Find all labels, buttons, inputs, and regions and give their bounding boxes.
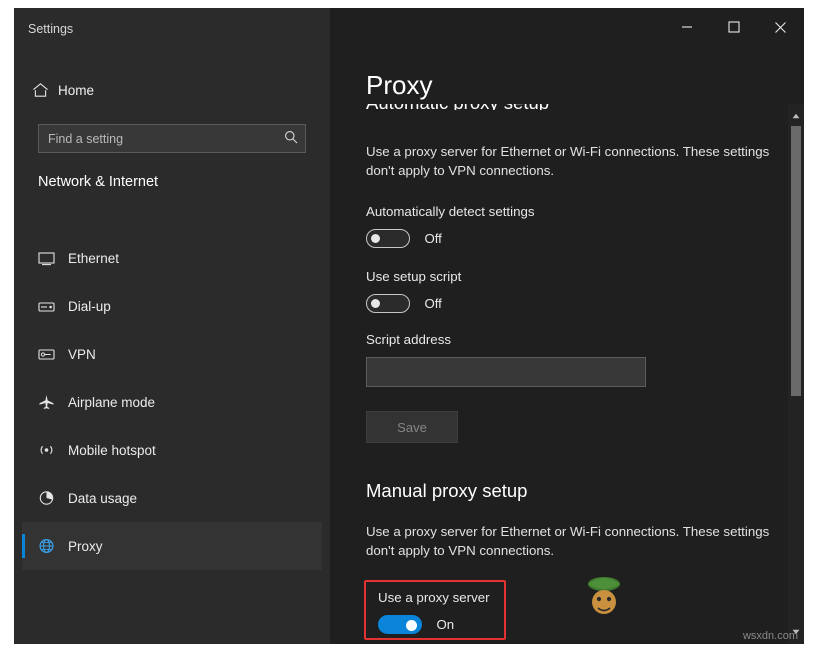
minimize-button[interactable] xyxy=(663,8,710,46)
sidebar-item-label: Dial-up xyxy=(68,298,111,314)
automatic-proxy-description: Use a proxy server for Ethernet or Wi-Fi… xyxy=(366,144,770,178)
sidebar-item-ethernet[interactable]: Ethernet xyxy=(22,234,322,282)
sidebar-item-dialup[interactable]: Dial-up xyxy=(22,282,322,330)
use-proxy-server-label: Use a proxy server xyxy=(378,590,490,605)
auto-detect-label: Automatically detect settings xyxy=(366,204,535,219)
home-icon xyxy=(32,82,58,98)
script-address-input[interactable] xyxy=(366,357,646,387)
sidebar-item-label: VPN xyxy=(68,346,96,362)
sidebar-item-label: Mobile hotspot xyxy=(68,442,156,458)
save-button[interactable]: Save xyxy=(366,411,458,443)
sidebar-item-proxy[interactable]: Proxy xyxy=(22,522,322,570)
toggle-knob xyxy=(371,234,380,243)
sidebar-item-vpn[interactable]: VPN xyxy=(22,330,322,378)
sidebar-nav-list: Ethernet Dial-up VPN Airplane mode Mobil… xyxy=(22,234,322,570)
sidebar-item-label: Data usage xyxy=(68,490,138,506)
window-title: Settings xyxy=(28,22,74,36)
vpn-icon xyxy=(38,347,68,362)
watermark-text: wsxdn.com xyxy=(742,630,798,642)
sidebar-item-home[interactable]: Home xyxy=(22,73,320,107)
site-logo xyxy=(588,577,620,614)
proxy-settings-scroll-content: Automatic proxy setup Use a proxy server… xyxy=(330,104,804,644)
sidebar-home-label: Home xyxy=(58,82,95,98)
page-title: Proxy xyxy=(366,70,433,100)
sidebar-item-label: Ethernet xyxy=(68,250,120,266)
auto-detect-state: Off xyxy=(424,231,442,246)
dialup-icon xyxy=(38,299,68,314)
content-scrollbar[interactable] xyxy=(788,104,804,644)
setup-script-label: Use setup script xyxy=(366,269,462,284)
settings-sidebar: Settings Home Find a setting Network & I… xyxy=(14,8,330,644)
window-controls xyxy=(624,8,804,46)
settings-window: Settings Home Find a setting Network & I… xyxy=(14,8,804,644)
search-icon[interactable] xyxy=(277,130,305,147)
hotspot-icon xyxy=(38,442,68,458)
search-box[interactable] xyxy=(38,124,306,153)
automatic-proxy-setup-heading-clipped: Automatic proxy setup xyxy=(366,104,706,110)
toggle-knob xyxy=(371,299,380,308)
setup-script-state: Off xyxy=(424,296,442,311)
auto-detect-toggle[interactable] xyxy=(366,229,410,248)
manual-proxy-description: Use a proxy server for Ethernet or Wi-Fi… xyxy=(366,524,770,558)
settings-content-pane: Proxy Automatic proxy setup Use a proxy … xyxy=(330,8,804,644)
sidebar-item-airplane-mode[interactable]: Airplane mode xyxy=(22,378,322,426)
sidebar-category-title: Network & Internet xyxy=(38,174,159,190)
ethernet-icon xyxy=(38,251,68,266)
sidebar-item-mobile-hotspot[interactable]: Mobile hotspot xyxy=(22,426,322,474)
screenshot-root: Settings Home Find a setting Network & I… xyxy=(0,0,818,652)
use-proxy-server-state: On xyxy=(436,617,455,632)
sidebar-item-data-usage[interactable]: Data usage xyxy=(22,474,322,522)
setup-script-toggle-row: Off xyxy=(366,294,442,313)
close-button[interactable] xyxy=(757,8,804,46)
data-usage-icon xyxy=(38,490,68,506)
manual-proxy-setup-heading: Manual proxy setup xyxy=(366,480,528,501)
use-proxy-server-toggle-row: On xyxy=(378,615,454,634)
airplane-icon xyxy=(38,394,68,410)
search-input[interactable] xyxy=(39,130,277,147)
script-address-label: Script address xyxy=(366,332,451,347)
scroll-up-arrow-icon[interactable] xyxy=(788,108,804,124)
auto-detect-toggle-row: Off xyxy=(366,229,442,248)
use-proxy-server-toggle[interactable] xyxy=(378,615,422,634)
globe-icon xyxy=(38,538,68,554)
scrollbar-thumb[interactable] xyxy=(791,126,801,396)
setup-script-toggle[interactable] xyxy=(366,294,410,313)
toggle-knob xyxy=(406,620,417,631)
sidebar-item-label: Proxy xyxy=(68,538,103,554)
sidebar-item-label: Airplane mode xyxy=(68,394,156,410)
maximize-button[interactable] xyxy=(710,8,757,46)
